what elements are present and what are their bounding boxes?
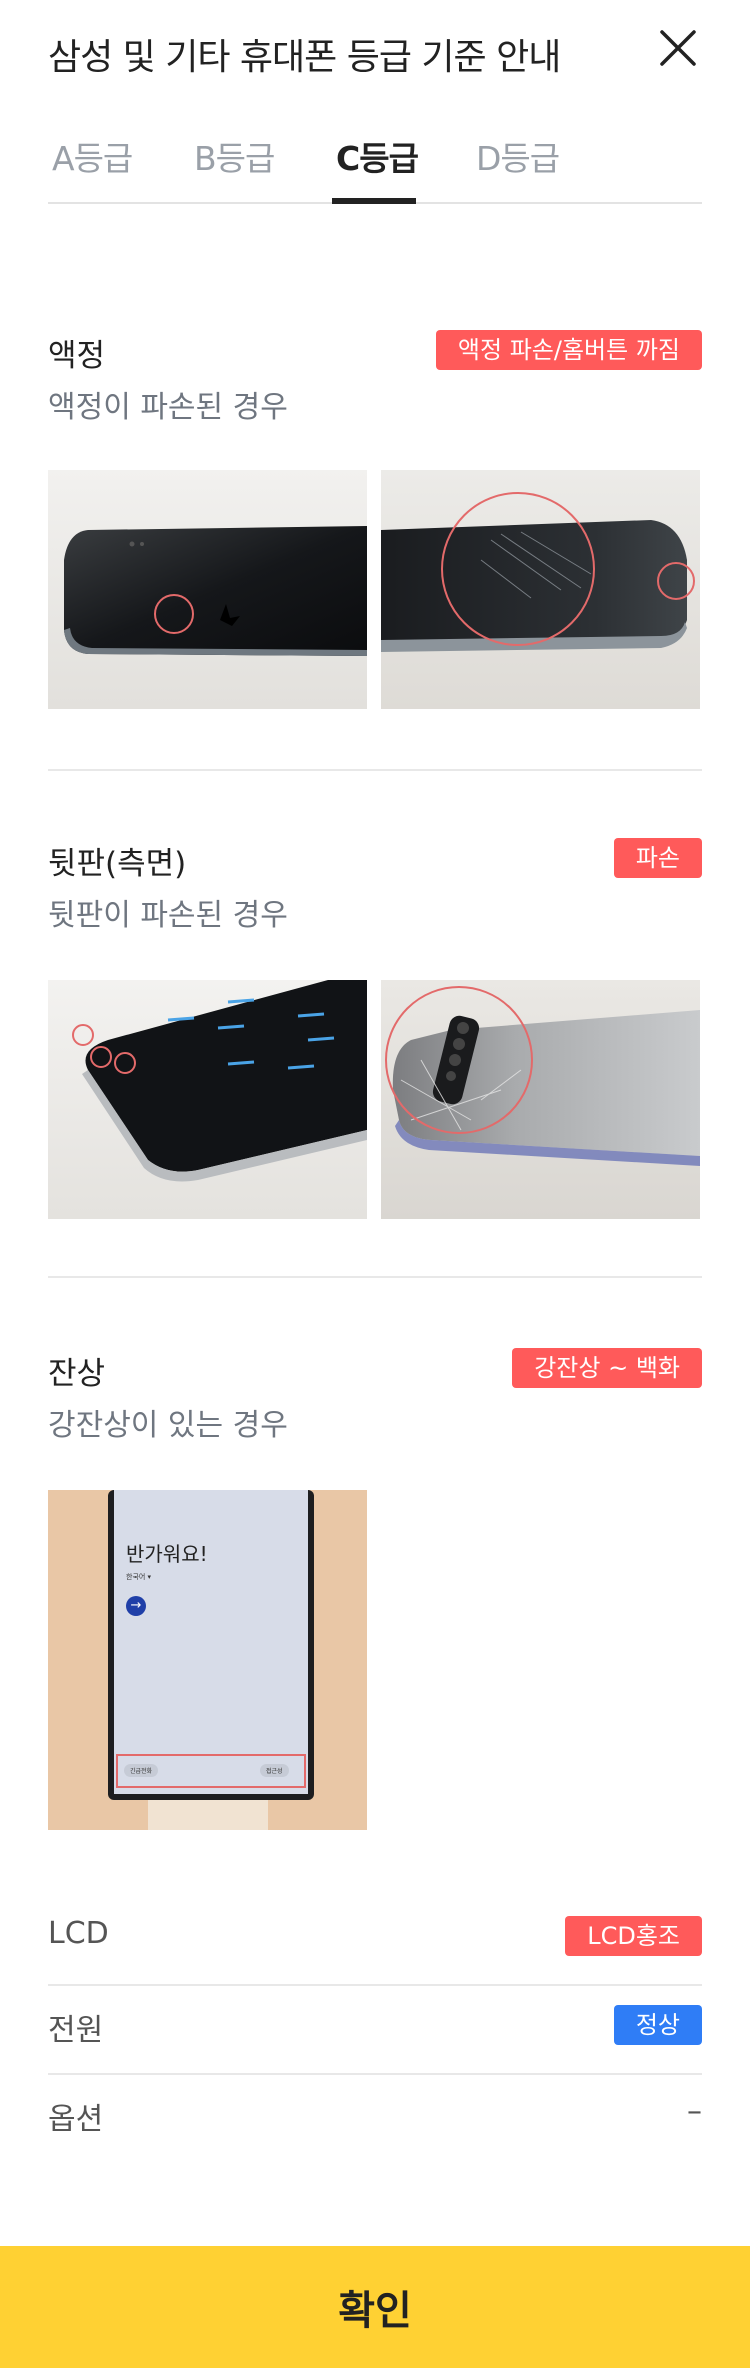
section-description: 강잔상이 있는 경우 — [48, 1408, 288, 1443]
section-description: 뒷판이 파손된 경우 — [48, 898, 288, 933]
back-damage-photo-2 — [381, 980, 700, 1219]
damage-highlight-circle — [72, 1024, 94, 1046]
phone-screen: 반가워요! 한국어 ▾ → 긴급전화 접근성 — [114, 1490, 308, 1794]
row-label: 옵션 — [48, 2102, 104, 2137]
tab-grade-b[interactable]: B등급 — [194, 132, 275, 180]
screen-damage-photo-1 — [48, 470, 367, 709]
accessibility-button: 접근성 — [260, 1764, 289, 1777]
arrow-right-icon: → — [126, 1596, 146, 1616]
damage-highlight-circle — [385, 986, 533, 1134]
row-divider — [48, 1984, 702, 1986]
section-title: 액정 — [48, 338, 106, 374]
page-title: 삼성 및 기타 휴대폰 등급 기준 안내 — [48, 37, 561, 78]
status-badge: 정상 — [613, 2005, 702, 2045]
damage-highlight-circle — [154, 594, 194, 634]
section-description: 액정이 파손된 경우 — [48, 390, 288, 425]
damage-highlight-circle — [441, 492, 595, 646]
emergency-call-button: 긴급전화 — [124, 1764, 159, 1777]
damage-highlight-circle — [657, 562, 695, 600]
tab-grade-a[interactable]: A등급 — [52, 132, 133, 180]
confirm-button[interactable]: 확인 — [0, 2246, 750, 2368]
close-icon[interactable] — [658, 28, 698, 68]
damage-highlight-circle — [90, 1046, 112, 1068]
row-divider — [48, 2073, 702, 2075]
screen-damage-photo-2 — [381, 470, 700, 709]
tab-grade-c[interactable]: C등급 — [336, 132, 419, 180]
status-badge: 강잔상 ~ 백화 — [512, 1348, 702, 1388]
row-value: – — [687, 2094, 702, 2129]
row-label: 전원 — [48, 2013, 104, 2048]
back-damage-photo-1 — [48, 980, 367, 1219]
tab-grade-d[interactable]: D등급 — [476, 132, 560, 180]
section-back-cover: 뒷판(측면) 파손 뒷판이 파손된 경우 — [48, 838, 702, 1219]
row-label: LCD — [48, 1916, 109, 1951]
section-divider — [48, 1276, 702, 1278]
damage-highlight-circle — [114, 1052, 136, 1074]
grade-tabs: A등급 B등급 C등급 D등급 — [48, 120, 702, 204]
spec-row-option: 옵션 – — [48, 2076, 702, 2164]
section-afterimage: 잔상 강잔상 ~ 백화 강잔상이 있는 경우 반가워요! 한국어 ▾ → 긴급전… — [48, 1348, 702, 1830]
section-screen: 액정 액정 파손/홈버튼 까짐 액정이 파손된 경우 — [48, 330, 702, 710]
afterimage-photo: 반가워요! 한국어 ▾ → 긴급전화 접근성 — [48, 1490, 367, 1830]
status-badge: 액정 파손/홈버튼 까짐 — [435, 330, 702, 370]
status-badge: 파손 — [613, 838, 702, 878]
section-title: 뒷판(측면) — [48, 846, 187, 882]
active-tab-indicator — [332, 198, 416, 204]
greeting-text: 반가워요! — [126, 1542, 208, 1566]
phone-stand — [148, 1800, 268, 1830]
language-text: 한국어 ▾ — [126, 1573, 152, 1581]
status-badge: LCD홍조 — [565, 1916, 702, 1956]
section-title: 잔상 — [48, 1356, 106, 1392]
header: 삼성 및 기타 휴대폰 등급 기준 안내 — [48, 0, 702, 100]
spec-row-lcd: LCD LCD홍조 — [48, 1898, 702, 1986]
section-divider — [48, 769, 702, 771]
spec-row-power: 전원 정상 — [48, 1987, 702, 2075]
